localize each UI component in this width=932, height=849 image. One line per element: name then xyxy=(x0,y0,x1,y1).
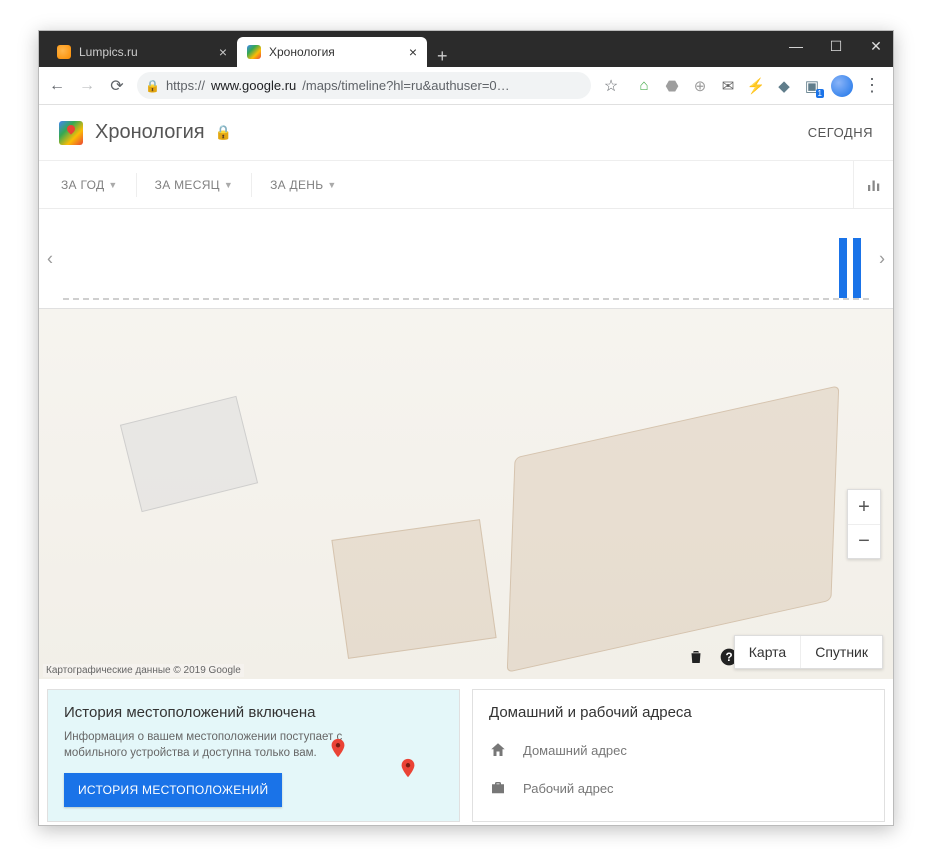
bar-chart-icon xyxy=(865,176,883,194)
url-path: /maps/timeline?hl=ru&authuser=0… xyxy=(302,78,509,93)
briefcase-icon xyxy=(489,779,507,797)
tab-label: Хронология xyxy=(269,45,335,59)
timeline-next-button[interactable]: › xyxy=(875,244,889,273)
reload-icon[interactable]: ⟳ xyxy=(107,76,127,96)
window-controls: — ☐ ✕ xyxy=(787,37,885,55)
back-icon[interactable]: ← xyxy=(47,77,67,95)
timeline-track[interactable] xyxy=(63,230,869,300)
map-pin-icon xyxy=(397,757,419,779)
favicon-lumpics xyxy=(57,45,71,59)
favicon-maps xyxy=(247,45,261,59)
extension-ublock-icon[interactable]: ◆ xyxy=(775,77,793,95)
page-title: Хронология xyxy=(95,121,205,144)
avatar[interactable] xyxy=(831,75,853,97)
addresses-card: Домашний и рабочий адреса Домашний адрес… xyxy=(472,689,885,822)
lock-icon: 🔒 xyxy=(215,124,232,141)
zoom-in-button[interactable]: + xyxy=(848,490,880,524)
zoom-control: + − xyxy=(847,489,881,559)
browser-titlebar: Lumpics.ru × Хронология × + — ☐ ✕ xyxy=(39,31,893,67)
map-pin-icon xyxy=(327,737,349,759)
chevron-down-icon: ▼ xyxy=(108,180,117,190)
address-label: Домашний адрес xyxy=(523,743,627,758)
timeline-chart: ‹ › xyxy=(39,209,893,309)
home-icon xyxy=(489,741,507,759)
timeline-bar[interactable] xyxy=(839,238,847,298)
card-title: История местоположений включена xyxy=(64,704,443,721)
new-tab-button[interactable]: + xyxy=(427,46,458,67)
address-label: Рабочий адрес xyxy=(523,781,614,796)
today-button[interactable]: СЕГОДНЯ xyxy=(808,125,873,140)
filter-bar: ЗА ГОД ▼ ЗА МЕСЯЦ ▼ ЗА ДЕНЬ ▼ xyxy=(39,161,893,209)
filter-label: ЗА МЕСЯЦ xyxy=(155,178,220,192)
tab-lumpics[interactable]: Lumpics.ru × xyxy=(47,37,237,67)
card-description: Информация о вашем местоположении поступ… xyxy=(64,729,344,761)
star-icon[interactable]: ☆ xyxy=(601,76,621,96)
divider xyxy=(251,173,252,197)
close-icon[interactable]: × xyxy=(219,44,227,60)
extension-globe-icon[interactable]: ⊕ xyxy=(691,77,709,95)
filter-day[interactable]: ЗА ДЕНЬ ▼ xyxy=(262,172,345,198)
address-bar: ← → ⟳ 🔒 https:// www.google.ru/maps/timel… xyxy=(39,67,893,105)
timeline-bar[interactable] xyxy=(853,238,861,298)
map-type-switch: Карта Спутник xyxy=(734,635,883,669)
location-history-card: История местоположений включена Информац… xyxy=(47,689,460,822)
filter-month[interactable]: ЗА МЕСЯЦ ▼ xyxy=(147,172,241,198)
history-button[interactable]: ИСТОРИЯ МЕСТОПОЛОЖЕНИЙ xyxy=(64,773,282,807)
tab-chronology[interactable]: Хронология × xyxy=(237,37,427,67)
menu-icon[interactable]: ⋮ xyxy=(863,75,881,96)
svg-text:?: ? xyxy=(725,651,732,664)
delete-icon[interactable] xyxy=(687,647,705,667)
map-canvas[interactable]: Картографические данные © 2019 Google ? … xyxy=(39,309,893,679)
extension-mail-icon[interactable]: ✉ xyxy=(719,77,737,95)
url-host: www.google.ru xyxy=(211,78,296,93)
browser-window: Lumpics.ru × Хронология × + — ☐ ✕ ← → ⟳ … xyxy=(38,30,894,826)
minimize-icon[interactable]: — xyxy=(787,37,805,55)
extension-bolt-icon[interactable]: ⚡ xyxy=(747,77,765,95)
extension-home-icon[interactable]: ⌂ xyxy=(635,77,653,95)
filter-year[interactable]: ЗА ГОД ▼ xyxy=(53,172,126,198)
bottom-cards: История местоположений включена Информац… xyxy=(39,679,893,825)
card-title: Домашний и рабочий адреса xyxy=(489,704,868,721)
filter-label: ЗА ГОД xyxy=(61,178,104,192)
extensions: ⌂ ⬣ ⊕ ✉ ⚡ ◆ ▣1 ⋮ xyxy=(631,75,885,97)
map-type-map[interactable]: Карта xyxy=(735,636,800,668)
forward-icon[interactable]: → xyxy=(77,77,97,95)
maps-logo-icon xyxy=(59,121,83,145)
close-window-icon[interactable]: ✕ xyxy=(867,37,885,55)
url-scheme: https:// xyxy=(166,78,205,93)
maps-header: Хронология 🔒 СЕГОДНЯ xyxy=(39,105,893,161)
lock-icon: 🔒 xyxy=(145,79,160,93)
filter-label: ЗА ДЕНЬ xyxy=(270,178,323,192)
chevron-down-icon: ▼ xyxy=(224,180,233,190)
chevron-down-icon: ▼ xyxy=(327,180,336,190)
page-content: Хронология 🔒 СЕГОДНЯ ЗА ГОД ▼ ЗА МЕСЯЦ ▼… xyxy=(39,105,893,825)
map-attribution: Картографические данные © 2019 Google xyxy=(43,664,244,677)
maximize-icon[interactable]: ☐ xyxy=(827,37,845,55)
map-type-satellite[interactable]: Спутник xyxy=(800,636,882,668)
timeline-prev-button[interactable]: ‹ xyxy=(43,244,57,273)
extension-shield-icon[interactable]: ⬣ xyxy=(663,77,681,95)
chart-toggle-button[interactable] xyxy=(853,161,893,208)
tab-label: Lumpics.ru xyxy=(79,45,138,59)
zoom-out-button[interactable]: − xyxy=(848,524,880,558)
close-icon[interactable]: × xyxy=(409,44,417,60)
map-building xyxy=(331,519,496,659)
divider xyxy=(136,173,137,197)
extension-box-icon[interactable]: ▣1 xyxy=(803,77,821,95)
home-address-row[interactable]: Домашний адрес xyxy=(489,731,868,769)
url-input[interactable]: 🔒 https:// www.google.ru/maps/timeline?hl… xyxy=(137,72,591,99)
work-address-row[interactable]: Рабочий адрес xyxy=(489,769,868,807)
